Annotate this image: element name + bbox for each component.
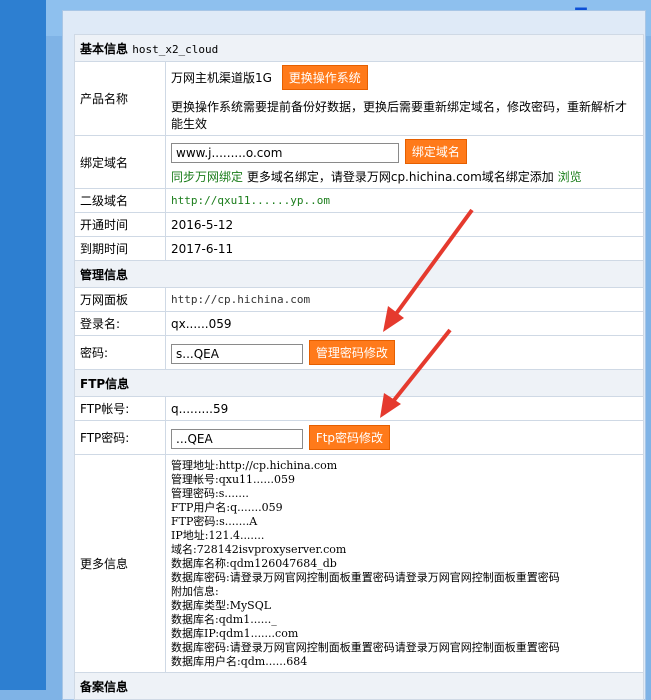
row-expire-date: 到期时间 2017-6-11 (74, 236, 644, 261)
page-left-band (0, 0, 46, 690)
host-type: host_x2_cloud (132, 42, 219, 56)
section-manage: 管理信息 (74, 260, 644, 288)
more-line: 数据库密码:请登录万网官网控制面板重置密码请登录万网官网控制面板重置密码 (171, 570, 560, 584)
row-open-date: 开通时间 2016-5-12 (74, 212, 644, 237)
login-label: 登录名: (74, 311, 166, 336)
more-line: 数据库用户名:qdm......684 (171, 654, 308, 668)
more-line: 数据库IP:qdm1.......com (171, 626, 299, 640)
product-value: 万网主机渠道版1G (171, 71, 272, 85)
more-line: 管理地址:http://cp.hichina.com (171, 458, 338, 472)
section-title: 备案信息 (74, 672, 644, 700)
pwd-label: 密码: (74, 335, 166, 370)
section-title: 管理信息 (74, 260, 644, 288)
row-ftp-account: FTP帐号: q.........59 (74, 396, 644, 421)
more-line: 附加信息: (171, 584, 219, 598)
host-info-table: 基本信息 host_x2_cloud 产品名称 万网主机渠道版1G 更换操作系统… (74, 34, 644, 700)
section-ftp: FTP信息 (74, 369, 644, 397)
ftp-account-value: q.........59 (165, 396, 644, 421)
row-more-info: 更多信息 管理地址:http://cp.hichina.com 管理帐号:qxu… (74, 454, 644, 673)
more-line: 数据库名称:qdm126047684_db (171, 556, 337, 570)
section-title: FTP信息 (74, 369, 644, 397)
bind-note: 更多域名绑定，请登录万网cp.hichina.com域名绑定添加 (246, 170, 554, 184)
row-bind-domain: 绑定域名 www.j.........o.com 绑定域名 同步万网绑定 更多域… (74, 135, 644, 189)
expire-value: 2017-6-11 (165, 236, 644, 261)
more-info-list: 管理地址:http://cp.hichina.com 管理帐号:qxu11...… (165, 454, 644, 673)
subdomain-value[interactable]: http://qxu11......yp..om (165, 188, 644, 213)
sync-bind-link[interactable]: 同步万网绑定 (171, 170, 243, 184)
ftp-account-label: FTP帐号: (74, 396, 166, 421)
change-os-button[interactable]: 更换操作系统 (281, 65, 368, 90)
more-line: 数据库类型:MySQL (171, 598, 272, 612)
browse-link[interactable]: 浏览 (558, 170, 582, 184)
more-line: 管理密码:s....... (171, 486, 249, 500)
more-line: FTP用户名:q.......059 (171, 500, 283, 514)
more-line: 管理帐号:qxu11......059 (171, 472, 296, 486)
panel-value: http://cp.hichina.com (165, 287, 644, 312)
ftp-password-input[interactable]: ...QEA (171, 428, 303, 449)
bind-domain-button[interactable]: 绑定域名 (404, 139, 467, 164)
panel-label: 万网面板 (74, 287, 166, 312)
section-record: 备案信息 (74, 672, 644, 700)
row-product: 产品名称 万网主机渠道版1G 更换操作系统 更换操作系统需要提前备份好数据，更换… (74, 61, 644, 136)
more-label: 更多信息 (74, 454, 166, 673)
row-login: 登录名: qx......059 (74, 311, 644, 336)
more-line: 数据库密码:请登录万网官网控制面板重置密码请登录万网官网控制面板重置密码 (171, 640, 560, 654)
bind-domain-input[interactable]: www.j.........o.com (171, 142, 399, 163)
expire-label: 到期时间 (74, 236, 166, 261)
ftp-pwd-label: FTP密码: (74, 420, 166, 455)
row-panel: 万网面板 http://cp.hichina.com (74, 287, 644, 312)
more-line: 数据库名:qdm1......_ (171, 612, 277, 626)
product-note: 更换操作系统需要提前备份好数据，更换后需要重新绑定域名，修改密码，重新解析才能生… (171, 100, 628, 131)
row-ftp-password: FTP密码: ...QEA Ftp密码修改 (74, 420, 644, 455)
section-title: 基本信息 (80, 41, 129, 56)
change-ftp-password-button[interactable]: Ftp密码修改 (308, 425, 391, 450)
more-line: FTP密码:s.......A (171, 514, 258, 528)
login-value: qx......059 (165, 311, 644, 336)
more-line: 域名:728142isvproxyserver.com (171, 542, 347, 556)
change-admin-password-button[interactable]: 管理密码修改 (308, 340, 395, 365)
open-value: 2016-5-12 (165, 212, 644, 237)
section-basic: 基本信息 host_x2_cloud (74, 34, 644, 62)
bind-label: 绑定域名 (74, 135, 166, 189)
row-password: 密码: s...QEA 管理密码修改 (74, 335, 644, 370)
more-line: IP地址:121.4....... (171, 528, 265, 542)
open-label: 开通时间 (74, 212, 166, 237)
subdomain-label: 二级域名 (74, 188, 166, 213)
product-label: 产品名称 (74, 61, 166, 136)
password-input[interactable]: s...QEA (171, 343, 303, 364)
row-subdomain: 二级域名 http://qxu11......yp..om (74, 188, 644, 213)
